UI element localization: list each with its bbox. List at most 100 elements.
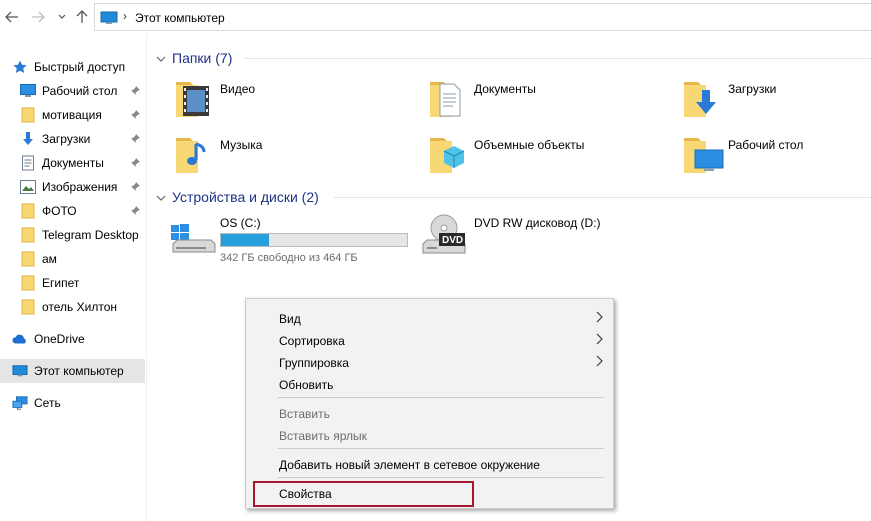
drive-d[interactable]: DVD DVD RW дисковод (D:) (420, 212, 620, 272)
folder-label: Рабочий стол (728, 138, 804, 152)
3d-objects-folder-icon (430, 138, 465, 173)
drive-usage-fill (221, 234, 270, 246)
menu-item-label: Добавить новый элемент в сетевое окружен… (279, 458, 540, 472)
chevron-down-icon (156, 190, 166, 204)
recent-locations-button[interactable] (56, 8, 68, 26)
divider (334, 197, 871, 198)
drive-free-space: 342 ГБ свободно из 464 ГБ (220, 252, 358, 264)
desktop-folder-icon (684, 138, 724, 173)
folder-3d-objects[interactable]: Объемные объекты (428, 132, 648, 182)
pin-icon (131, 156, 140, 170)
pictures-icon (20, 179, 36, 195)
menu-item-label: Сортировка (279, 334, 345, 348)
menu-separator (278, 448, 604, 449)
menu-item-label: Группировка (279, 356, 349, 370)
menu-item-label: Обновить (279, 378, 334, 392)
sidebar-item-egypt[interactable]: Египет (0, 271, 145, 295)
menu-item-group[interactable]: Группировка (248, 351, 611, 373)
sidebar-item-photo[interactable]: ФОТО (0, 199, 145, 223)
folder-icon (20, 251, 36, 267)
sidebar-item-onedrive[interactable]: OneDrive (0, 327, 145, 351)
folder-desktop[interactable]: Рабочий стол (682, 132, 871, 182)
computer-icon (100, 11, 118, 28)
sidebar-item-network[interactable]: Сеть (0, 391, 145, 415)
network-icon (12, 395, 28, 411)
sidebar-item-hilton-hotel[interactable]: отель Хилтон (0, 295, 145, 319)
documents-folder-icon (430, 82, 461, 117)
music-folder-icon (176, 138, 206, 173)
menu-item-add-network-location[interactable]: Добавить новый элемент в сетевое окружен… (248, 453, 611, 475)
address-toolbar: › Этот компьютер (0, 0, 871, 34)
devices-group-header[interactable]: Устройства и диски (2) (156, 187, 319, 207)
sidebar-item-label: ам (42, 252, 57, 266)
sidebar-item-motivation[interactable]: мотивация (0, 103, 145, 127)
drive-name: DVD RW дисковод (D:) (474, 216, 601, 230)
menu-item-label: Свойства (279, 487, 332, 501)
sidebar-item-label: Этот компьютер (34, 364, 124, 378)
sidebar-item-label: ФОТО (42, 204, 77, 218)
folder-icon (20, 299, 36, 315)
sidebar-item-quick-access[interactable]: Быстрый доступ (0, 55, 145, 79)
folders-group-header[interactable]: Папки (7) (156, 48, 232, 68)
sidebar-item-pictures[interactable]: Изображения (0, 175, 145, 199)
pin-icon (131, 180, 140, 194)
pin-icon (131, 204, 140, 218)
up-button[interactable] (74, 8, 90, 26)
folder-icon (20, 275, 36, 291)
address-field[interactable]: › Этот компьютер (94, 3, 871, 31)
chevron-right-icon (596, 311, 603, 326)
sidebar-item-downloads[interactable]: Загрузки (0, 127, 145, 151)
folder-music[interactable]: Музыка (174, 132, 394, 182)
folders-group-title: Папки (7) (172, 50, 233, 66)
devices-group-title: Устройства и диски (2) (172, 189, 319, 205)
sidebar-item-label: Документы (42, 156, 104, 170)
pin-icon (131, 132, 140, 146)
chevron-right-icon (596, 355, 603, 370)
menu-item-label: Вид (279, 312, 301, 326)
back-button[interactable] (4, 8, 20, 26)
menu-item-properties[interactable]: Свойства (248, 482, 611, 504)
videos-folder-icon (176, 82, 209, 117)
menu-item-refresh[interactable]: Обновить (248, 373, 611, 395)
folder-icon (20, 227, 36, 243)
folder-label: Документы (474, 82, 536, 96)
folder-downloads[interactable]: Загрузки (682, 76, 871, 126)
pin-icon (131, 84, 140, 98)
menu-separator (278, 397, 604, 398)
documents-icon (20, 155, 36, 171)
menu-item-sort[interactable]: Сортировка (248, 329, 611, 351)
sidebar-item-desktop[interactable]: Рабочий стол (0, 79, 145, 103)
sidebar-item-label: Рабочий стол (42, 84, 118, 98)
pin-icon (131, 108, 140, 122)
menu-item-view[interactable]: Вид (248, 307, 611, 329)
breadcrumb-this-pc[interactable]: Этот компьютер (135, 11, 225, 25)
arrow-left-icon (5, 11, 18, 23)
sidebar-item-this-pc[interactable]: Этот компьютер (0, 359, 145, 383)
desktop-folder-icon (20, 83, 36, 99)
folder-icon (20, 107, 36, 123)
folder-videos[interactable]: Видео (174, 76, 394, 126)
menu-item-paste-shortcut: Вставить ярлык (248, 424, 611, 446)
drive-c[interactable]: OS (C:) 342 ГБ свободно из 464 ГБ (170, 212, 415, 272)
folder-documents[interactable]: Документы (428, 76, 648, 126)
sidebar-item-label: Египет (42, 276, 80, 290)
sidebar-item-label: Быстрый доступ (34, 60, 126, 74)
chevron-down-icon (156, 51, 166, 65)
context-menu: Вид Сортировка Группировка Обновить Вста… (245, 298, 614, 509)
computer-icon (12, 363, 28, 379)
windows-drive-icon (171, 224, 216, 253)
sidebar-item-documents[interactable]: Документы (0, 151, 145, 175)
folder-label: Видео (220, 82, 256, 96)
chevron-down-icon (58, 14, 66, 19)
menu-item-label: Вставить ярлык (279, 429, 367, 443)
sidebar-item-am[interactable]: ам (0, 247, 145, 271)
menu-item-label: Вставить (279, 407, 330, 421)
arrow-right-icon (32, 11, 45, 23)
cloud-icon (12, 331, 28, 347)
sidebar-item-telegram-desktop[interactable]: Telegram Desktop (0, 223, 145, 247)
sidebar-item-label: Загрузки (42, 132, 91, 146)
forward-button[interactable] (30, 8, 46, 26)
sidebar-item-label: отель Хилтон (42, 300, 118, 314)
breadcrumb-separator: › (123, 9, 127, 23)
drive-name: OS (C:) (220, 216, 261, 230)
